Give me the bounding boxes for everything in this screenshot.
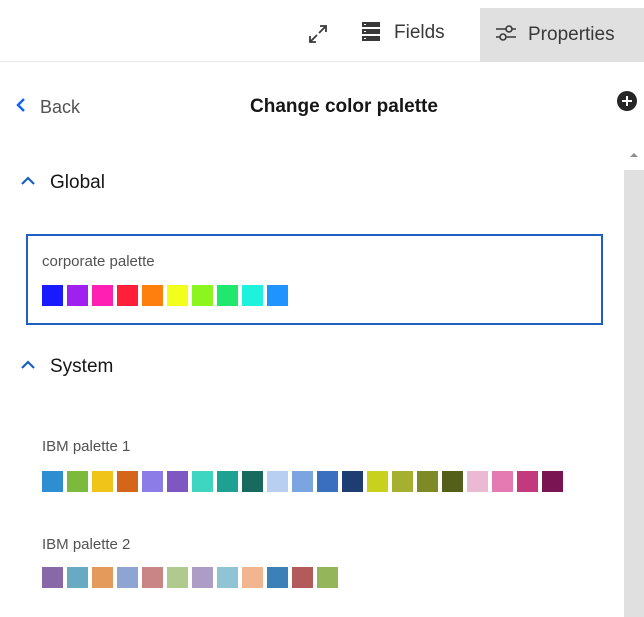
palette-name: corporate palette (42, 253, 155, 270)
color-swatch (417, 471, 438, 492)
color-swatch (467, 471, 488, 492)
palette-name: IBM palette 1 (42, 438, 131, 455)
palette-name: IBM palette 2 (42, 536, 131, 553)
color-swatch (542, 471, 563, 492)
color-swatch (142, 285, 163, 306)
color-swatch (42, 471, 63, 492)
sliders-icon (494, 22, 518, 49)
color-swatch (42, 567, 63, 588)
color-swatch (192, 285, 213, 306)
palette-swatches (42, 471, 563, 492)
color-swatch (242, 285, 263, 306)
color-swatch (292, 471, 313, 492)
add-icon[interactable] (617, 91, 637, 111)
top-toolbar: Fields Properties (0, 0, 644, 62)
color-swatch (92, 285, 113, 306)
color-swatch (167, 285, 188, 306)
color-swatch (142, 567, 163, 588)
color-swatch (492, 471, 513, 492)
fields-tab[interactable]: Fields (360, 12, 445, 54)
global-section-toggle[interactable]: Global (20, 172, 105, 194)
back-button[interactable]: Back (14, 94, 80, 120)
color-swatch (217, 285, 238, 306)
color-swatch (217, 567, 238, 588)
properties-label: Properties (528, 24, 615, 45)
color-swatch (217, 471, 238, 492)
color-swatch (67, 471, 88, 492)
color-swatch (517, 471, 538, 492)
expand-icon[interactable] (304, 20, 332, 48)
color-swatch (242, 567, 263, 588)
fields-icon (360, 20, 382, 47)
color-swatch (67, 567, 88, 588)
color-swatch (192, 567, 213, 588)
fields-label: Fields (394, 22, 445, 43)
color-swatch (142, 471, 163, 492)
color-swatch (267, 567, 288, 588)
color-swatch (317, 471, 338, 492)
back-label: Back (40, 96, 81, 117)
properties-tab[interactable]: Properties (480, 8, 644, 62)
color-swatch (117, 567, 138, 588)
color-swatch (67, 285, 88, 306)
color-swatch (442, 471, 463, 492)
color-swatch (267, 285, 288, 306)
chevron-left-icon (14, 97, 28, 118)
chevron-up-icon (20, 174, 36, 192)
palette-option-corporate[interactable]: corporate palette (26, 234, 603, 325)
color-swatch (117, 471, 138, 492)
palette-swatches (42, 285, 288, 306)
color-swatch (392, 471, 413, 492)
color-swatch (342, 471, 363, 492)
color-swatch (292, 567, 313, 588)
color-swatch (92, 567, 113, 588)
color-swatch (42, 285, 63, 306)
color-swatch (267, 471, 288, 492)
color-swatch (117, 285, 138, 306)
global-section-label: Global (50, 172, 105, 193)
color-swatch (167, 567, 188, 588)
chevron-up-icon (20, 358, 36, 376)
page-title: Change color palette (250, 96, 438, 117)
scroll-up-arrow-icon[interactable] (628, 148, 640, 160)
color-swatch (192, 471, 213, 492)
color-swatch (167, 471, 188, 492)
scrollbar[interactable] (624, 170, 644, 617)
color-swatch (242, 471, 263, 492)
system-section-toggle[interactable]: System (20, 356, 113, 378)
palette-option-ibm-2[interactable]: IBM palette 2 (26, 526, 606, 596)
color-swatch (92, 471, 113, 492)
color-swatch (367, 471, 388, 492)
color-swatch (317, 567, 338, 588)
system-section-label: System (50, 356, 114, 377)
palette-swatches (42, 567, 338, 588)
palette-option-ibm-1[interactable]: IBM palette 1 (26, 428, 606, 498)
